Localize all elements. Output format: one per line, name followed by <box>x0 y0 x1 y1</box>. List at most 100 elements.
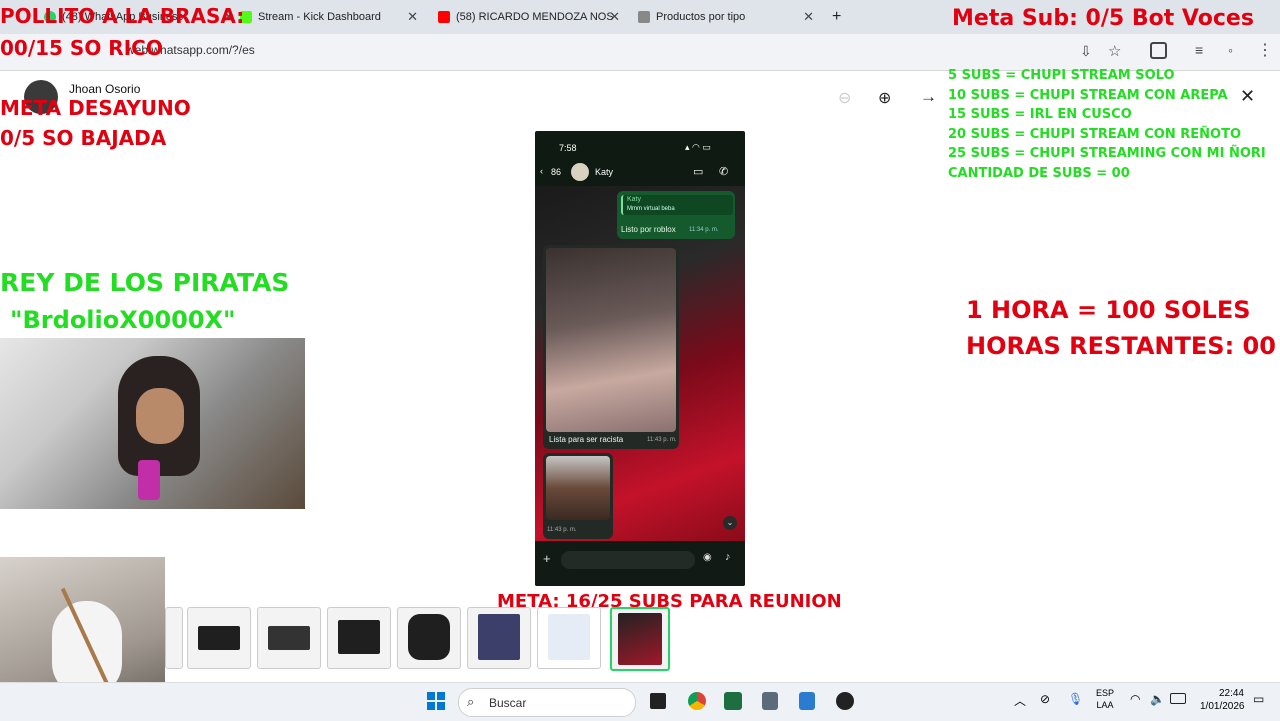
subs-goal-item: 5 SUBS = CHUPI STREAM SOLO <box>948 68 1175 83</box>
thumbnail-image <box>548 614 590 660</box>
close-tab-icon[interactable]: ✕ <box>803 9 814 25</box>
clock-time: 22:44 <box>1218 688 1244 699</box>
thumbnail-image <box>408 614 450 660</box>
bookmark-star-icon[interactable]: ☆ <box>1108 42 1121 60</box>
install-app-icon[interactable]: ⇩ <box>1080 43 1092 60</box>
search-placeholder: Buscar <box>489 696 527 710</box>
tab-label: Productos por tipo <box>656 11 746 23</box>
zoom-out-icon[interactable]: ⊖ <box>838 88 851 108</box>
back-count: 86 <box>551 167 562 177</box>
media-thumbnail[interactable] <box>467 607 531 669</box>
received-photo <box>546 248 676 432</box>
chrome-icon[interactable] <box>688 692 706 710</box>
volume-icon[interactable]: 🔈 <box>1150 692 1165 706</box>
pollito-overlay: POLLITO A LA BRASA: <box>0 4 245 28</box>
microphone-icon[interactable]: 🎙 <box>1068 692 1083 706</box>
search-icon: ⌕ <box>467 694 475 709</box>
image-caption: Lista para ser racista <box>549 435 624 444</box>
tab-kick-dashboard[interactable]: Stream - Kick Dashboard ✕ <box>240 6 418 28</box>
clock-date: 1/01/2026 <box>1200 701 1245 712</box>
subs-goal-item: 10 SUBS = CHUPI STREAM CON AREPA <box>948 87 1228 103</box>
contact-name[interactable]: Jhoan Osorio <box>69 82 140 96</box>
quote-text: Mmm virtual beba <box>627 206 675 212</box>
pollito-count-overlay: 00/15 SO RICO <box>0 36 163 60</box>
network-off-icon[interactable]: ⊘ <box>1040 692 1050 706</box>
chat-name: Katy <box>595 167 614 177</box>
quoted-message: Katy Mmm virtual beba <box>621 195 733 215</box>
forward-arrow-icon[interactable]: → <box>920 87 937 107</box>
media-thumbnail[interactable] <box>165 607 183 669</box>
tab-productos[interactable]: Productos por tipo ✕ <box>638 6 814 28</box>
message-time: 11:43 p. m. <box>547 527 577 533</box>
plus-icon: + <box>543 551 551 566</box>
task-view-icon[interactable] <box>650 693 666 709</box>
media-thumbnail[interactable] <box>257 607 321 669</box>
calculator-icon[interactable] <box>762 692 778 710</box>
media-thumbnail[interactable] <box>397 607 461 669</box>
rey-piratas-overlay: REY DE LOS PIRATAS <box>0 268 290 297</box>
chat-input-bar: + ◉ ♪ <box>535 543 745 586</box>
microphone <box>138 460 160 500</box>
tab-label: Stream - Kick Dashboard <box>258 11 381 23</box>
meta-desayuno-count-overlay: 0/5 SO BAJADA <box>0 126 167 150</box>
rey-name-overlay: "BrdolioX0000X" <box>10 306 236 334</box>
media-thumbnail[interactable] <box>327 607 391 669</box>
hora-rate-overlay: 1 HORA = 100 SOLES <box>966 296 1251 324</box>
youtube-icon <box>438 11 450 23</box>
media-control-icon[interactable]: ≡ <box>1195 42 1203 58</box>
meta-desayuno-overlay: META DESAYUNO <box>0 96 191 120</box>
menu-icon[interactable]: ⋮ <box>1257 40 1273 60</box>
subs-goal-item: 25 SUBS = CHUPI STREAMING CON MI ÑORI <box>948 146 1266 162</box>
extensions-icon[interactable] <box>1150 42 1167 59</box>
thumbnail-image <box>618 613 662 665</box>
taskbar: ⌕ Buscar ︿ ⊘ 🎙 ESP LAA ◠ 🔈 22:44 1/01/20… <box>0 682 1280 721</box>
thumbnail-image <box>268 626 310 650</box>
close-tab-icon[interactable]: ✕ <box>407 9 418 25</box>
windows-start-icon[interactable] <box>427 692 445 710</box>
mic-icon: ♪ <box>725 551 731 563</box>
notifications-icon[interactable]: ▭ <box>1253 692 1264 706</box>
taskbar-search[interactable]: ⌕ Buscar <box>458 688 636 717</box>
media-thumbnail-selected[interactable] <box>610 607 670 671</box>
streamer-face <box>136 388 184 444</box>
new-tab-button[interactable]: + <box>832 6 841 28</box>
profile-icon[interactable]: ◦ <box>1228 42 1233 58</box>
show-hidden-icons-icon[interactable]: ︿ <box>1014 692 1026 709</box>
message-in-image: Lista para ser racista 11:43 p. m. <box>543 245 679 449</box>
phone-call-icon: ✆ <box>719 166 729 178</box>
scroll-down-icon: ⌄ <box>723 516 737 530</box>
battery-icon[interactable] <box>1170 693 1186 704</box>
media-thumbnail[interactable] <box>537 607 601 669</box>
subs-count: CANTIDAD DE SUBS = 00 <box>948 165 1130 181</box>
notepad-icon[interactable] <box>799 692 815 710</box>
page-icon <box>638 11 650 23</box>
tab-label: (58) RICARDO MENDOZA NOS <box>456 11 614 23</box>
keyboard-layout: LAA <box>1096 700 1114 710</box>
message-time: 11:43 p. m. <box>647 437 677 443</box>
language-indicator[interactable]: ESP LAA <box>1096 687 1114 711</box>
tab-youtube[interactable]: (58) RICARDO MENDOZA NOS ✕ <box>438 6 620 28</box>
obs-icon[interactable] <box>836 692 854 710</box>
wifi-icon[interactable]: ◠ <box>1130 692 1140 706</box>
message-text: Listo por roblox <box>621 225 676 234</box>
phone-status-bar: 7:58 ▴ ◠ ▭ <box>535 131 745 153</box>
message-time: 11:34 p. m. <box>689 227 719 233</box>
thumbnail-image <box>198 626 240 650</box>
back-icon: ‹ <box>540 166 543 176</box>
message-input <box>561 551 695 569</box>
phone-screenshot: 7:58 ▴ ◠ ▭ ‹ 86 Katy ▭ ✆ Katy Mmm virtua… <box>535 131 745 586</box>
zoom-in-icon[interactable]: ⊕ <box>878 88 891 108</box>
message-out: Katy Mmm virtual beba Listo por roblox 1… <box>617 191 735 239</box>
quote-author: Katy <box>627 196 642 203</box>
excel-icon[interactable] <box>724 692 742 710</box>
close-tab-icon[interactable]: ✕ <box>609 9 620 25</box>
camera-icon: ◉ <box>703 552 712 563</box>
webcam-feed <box>0 338 305 509</box>
media-thumbnail[interactable] <box>187 607 251 669</box>
thumbnail-image <box>338 620 380 654</box>
clock[interactable]: 22:44 1/01/2026 <box>1200 687 1245 713</box>
subs-goal-item: 15 SUBS = IRL EN CUSCO <box>948 107 1132 123</box>
received-photo-2 <box>546 456 610 520</box>
meta-sub-overlay: Meta Sub: 0/5 Bot Voces <box>952 6 1254 31</box>
message-in-image-2: 11:43 p. m. <box>543 453 613 539</box>
